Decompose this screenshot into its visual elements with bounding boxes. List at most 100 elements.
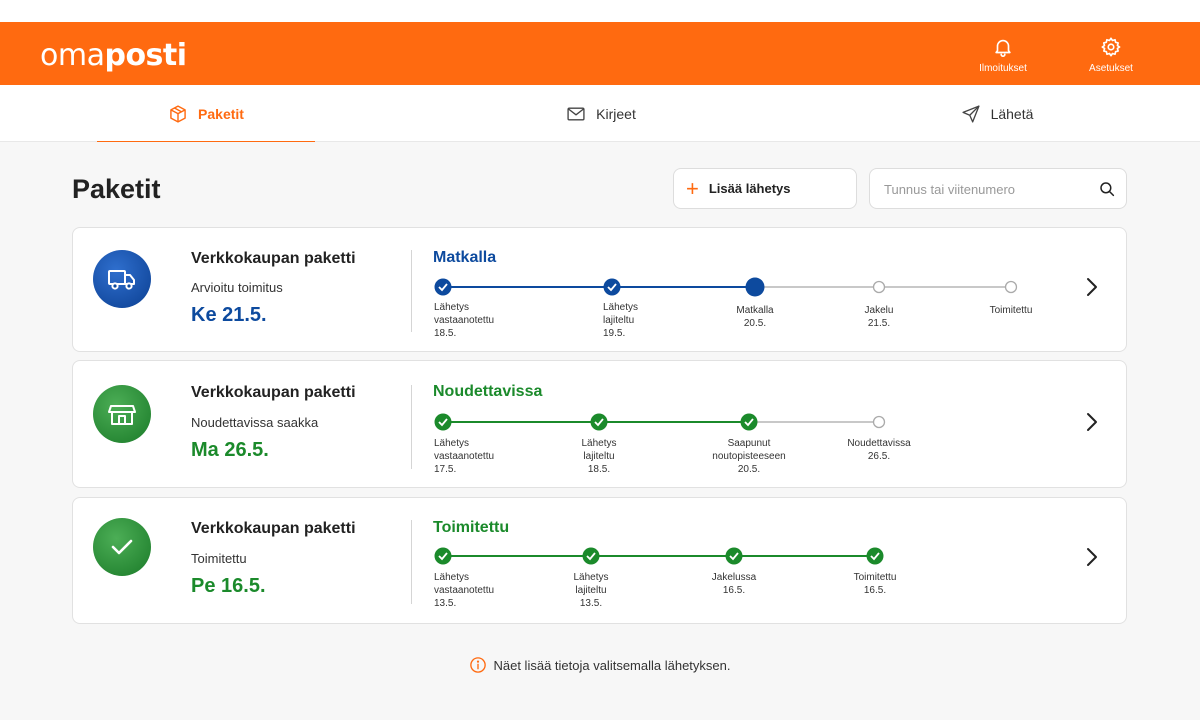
chevron-right-icon[interactable] bbox=[1083, 276, 1099, 298]
add-shipment-button[interactable]: + Lisää lähetys bbox=[673, 168, 857, 209]
shipment-date: Ke 21.5. bbox=[191, 304, 267, 326]
shipment-subtitle: Arvioitu toimitus bbox=[191, 280, 283, 295]
step-label-line1: Toimitettu bbox=[989, 305, 1033, 316]
package-icon bbox=[170, 104, 186, 123]
step-label-line1: Lähetys bbox=[573, 572, 609, 583]
tab-paketit[interactable]: Paketit bbox=[97, 85, 315, 143]
timeline-step: Matkalla 20.5. bbox=[715, 304, 795, 330]
step-done-marker bbox=[866, 547, 884, 565]
step-label-line1: Matkalla bbox=[736, 305, 774, 316]
step-done-marker bbox=[434, 547, 452, 565]
settings-label: Asetukset bbox=[1089, 63, 1133, 74]
step-label-line1: Jakelu bbox=[864, 305, 894, 316]
plus-icon: + bbox=[686, 175, 699, 201]
step-label-line1: Lähetys bbox=[434, 438, 470, 449]
timeline-step: Noudettavissa 26.5. bbox=[829, 437, 929, 463]
add-shipment-label: Lisää lähetys bbox=[708, 181, 791, 196]
tab-laheta[interactable]: Lähetä bbox=[888, 85, 1106, 142]
step-label-line1: Lähetys bbox=[434, 572, 470, 583]
gear-icon bbox=[1101, 37, 1121, 57]
step-pending-marker bbox=[1004, 280, 1018, 294]
step-date: 18.5. bbox=[434, 328, 457, 339]
search-input[interactable] bbox=[884, 179, 1084, 199]
timeline-step: Lähetys lajiteltu 18.5. bbox=[559, 437, 639, 476]
search-icon[interactable] bbox=[1098, 180, 1116, 198]
shipment-card[interactable]: Verkkokaupan paketti Toimitettu Pe 16.5.… bbox=[72, 497, 1127, 624]
step-done-marker bbox=[434, 278, 452, 296]
step-label-line1: Saapunut bbox=[727, 438, 771, 449]
step-current-marker bbox=[745, 277, 765, 297]
tab-label: Paketit bbox=[198, 105, 244, 122]
shipment-subtitle: Noudettavissa saakka bbox=[191, 415, 319, 430]
timeline-step: Saapunut noutopisteeseen 20.5. bbox=[694, 437, 804, 476]
step-date: 19.5. bbox=[603, 328, 626, 339]
settings-button[interactable]: Asetukset bbox=[1071, 36, 1151, 74]
timeline-step: Toimitettu bbox=[971, 304, 1051, 317]
bell-icon bbox=[995, 39, 1011, 57]
timeline-step: Lähetys lajiteltu 13.5. bbox=[551, 571, 631, 610]
notifications-label: Ilmoitukset bbox=[979, 63, 1027, 74]
shipment-name: Verkkokaupan paketti bbox=[191, 384, 356, 401]
step-date: 13.5. bbox=[434, 598, 457, 609]
step-label-line1: Jakelussa bbox=[711, 572, 757, 583]
main-content: Paketit + Lisää lähetys Verkkokaupan pak… bbox=[0, 142, 1200, 720]
chevron-right-icon[interactable] bbox=[1083, 411, 1099, 433]
step-done-marker bbox=[590, 413, 608, 431]
shipment-name: Verkkokaupan paketti bbox=[191, 520, 356, 537]
step-done-marker bbox=[740, 413, 758, 431]
step-label-line2: lajiteltu bbox=[603, 315, 635, 326]
search-box bbox=[869, 168, 1127, 209]
step-done-marker bbox=[603, 278, 621, 296]
timeline-step: Jakelu 21.5. bbox=[839, 304, 919, 330]
step-label-line2: noutopisteeseen bbox=[712, 451, 786, 462]
step-done-marker bbox=[582, 547, 600, 565]
envelope-icon bbox=[567, 107, 585, 120]
card-divider bbox=[411, 520, 412, 604]
info-icon bbox=[470, 657, 487, 673]
timeline-step: Lähetys lajiteltu 19.5. bbox=[603, 301, 638, 340]
shipment-status: Toimitettu bbox=[433, 519, 510, 536]
step-label-line2: vastaanotettu bbox=[434, 585, 495, 596]
step-label-line1: Lähetys bbox=[434, 302, 470, 313]
step-pending-marker bbox=[872, 280, 886, 294]
shipment-name: Verkkokaupan paketti bbox=[191, 250, 356, 267]
logo-bold: posti bbox=[104, 38, 187, 73]
shipment-date: Pe 16.5. bbox=[191, 575, 266, 597]
step-label-line2: lajiteltu bbox=[575, 585, 607, 596]
step-label-line1: Lähetys bbox=[603, 302, 639, 313]
info-note-text: Näet lisää tietoja valitsemalla lähetyks… bbox=[493, 658, 731, 673]
chevron-right-icon[interactable] bbox=[1083, 546, 1099, 568]
tab-kirjeet[interactable]: Kirjeet bbox=[492, 85, 710, 142]
step-date: 13.5. bbox=[579, 598, 603, 609]
timeline-step: Jakelussa 16.5. bbox=[694, 571, 774, 597]
shipment-card[interactable]: Verkkokaupan paketti Noudettavissa saakk… bbox=[72, 360, 1127, 488]
step-date: 18.5. bbox=[587, 464, 611, 475]
tab-label: Lähetä bbox=[990, 105, 1034, 122]
step-label-line1: Lähetys bbox=[581, 438, 617, 449]
step-label-line2: lajiteltu bbox=[583, 451, 615, 462]
omaposti-logo[interactable]: omaposti bbox=[40, 38, 187, 73]
step-label-line2: vastaanotettu bbox=[434, 451, 495, 462]
timeline-step: Toimitettu 16.5. bbox=[835, 571, 915, 597]
timeline-step: Lähetys vastaanotettu 17.5. bbox=[434, 437, 494, 476]
store-icon bbox=[93, 385, 151, 443]
step-date: 16.5. bbox=[863, 585, 887, 596]
card-divider bbox=[411, 385, 412, 469]
step-label-line2: vastaanotettu bbox=[434, 315, 495, 326]
step-date: 20.5. bbox=[743, 318, 767, 329]
step-done-marker bbox=[434, 413, 452, 431]
info-note: Näet lisää tietoja valitsemalla lähetyks… bbox=[0, 656, 1200, 674]
step-pending-marker bbox=[872, 415, 886, 429]
timeline-step: Lähetys vastaanotettu 18.5. bbox=[434, 301, 494, 340]
step-label-line1: Noudettavissa bbox=[847, 438, 911, 449]
shipment-card[interactable]: Verkkokaupan paketti Arvioitu toimitus K… bbox=[72, 227, 1127, 352]
step-date: 26.5. bbox=[867, 451, 891, 462]
logo-regular: oma bbox=[40, 38, 105, 73]
truck-icon bbox=[93, 250, 151, 308]
card-divider bbox=[411, 250, 412, 332]
step-label-line1: Toimitettu bbox=[853, 572, 897, 583]
tab-label: Kirjeet bbox=[596, 105, 636, 122]
notifications-button[interactable]: Ilmoitukset bbox=[963, 36, 1043, 74]
shipment-status: Noudettavissa bbox=[433, 383, 543, 400]
shipment-subtitle: Toimitettu bbox=[191, 551, 247, 566]
